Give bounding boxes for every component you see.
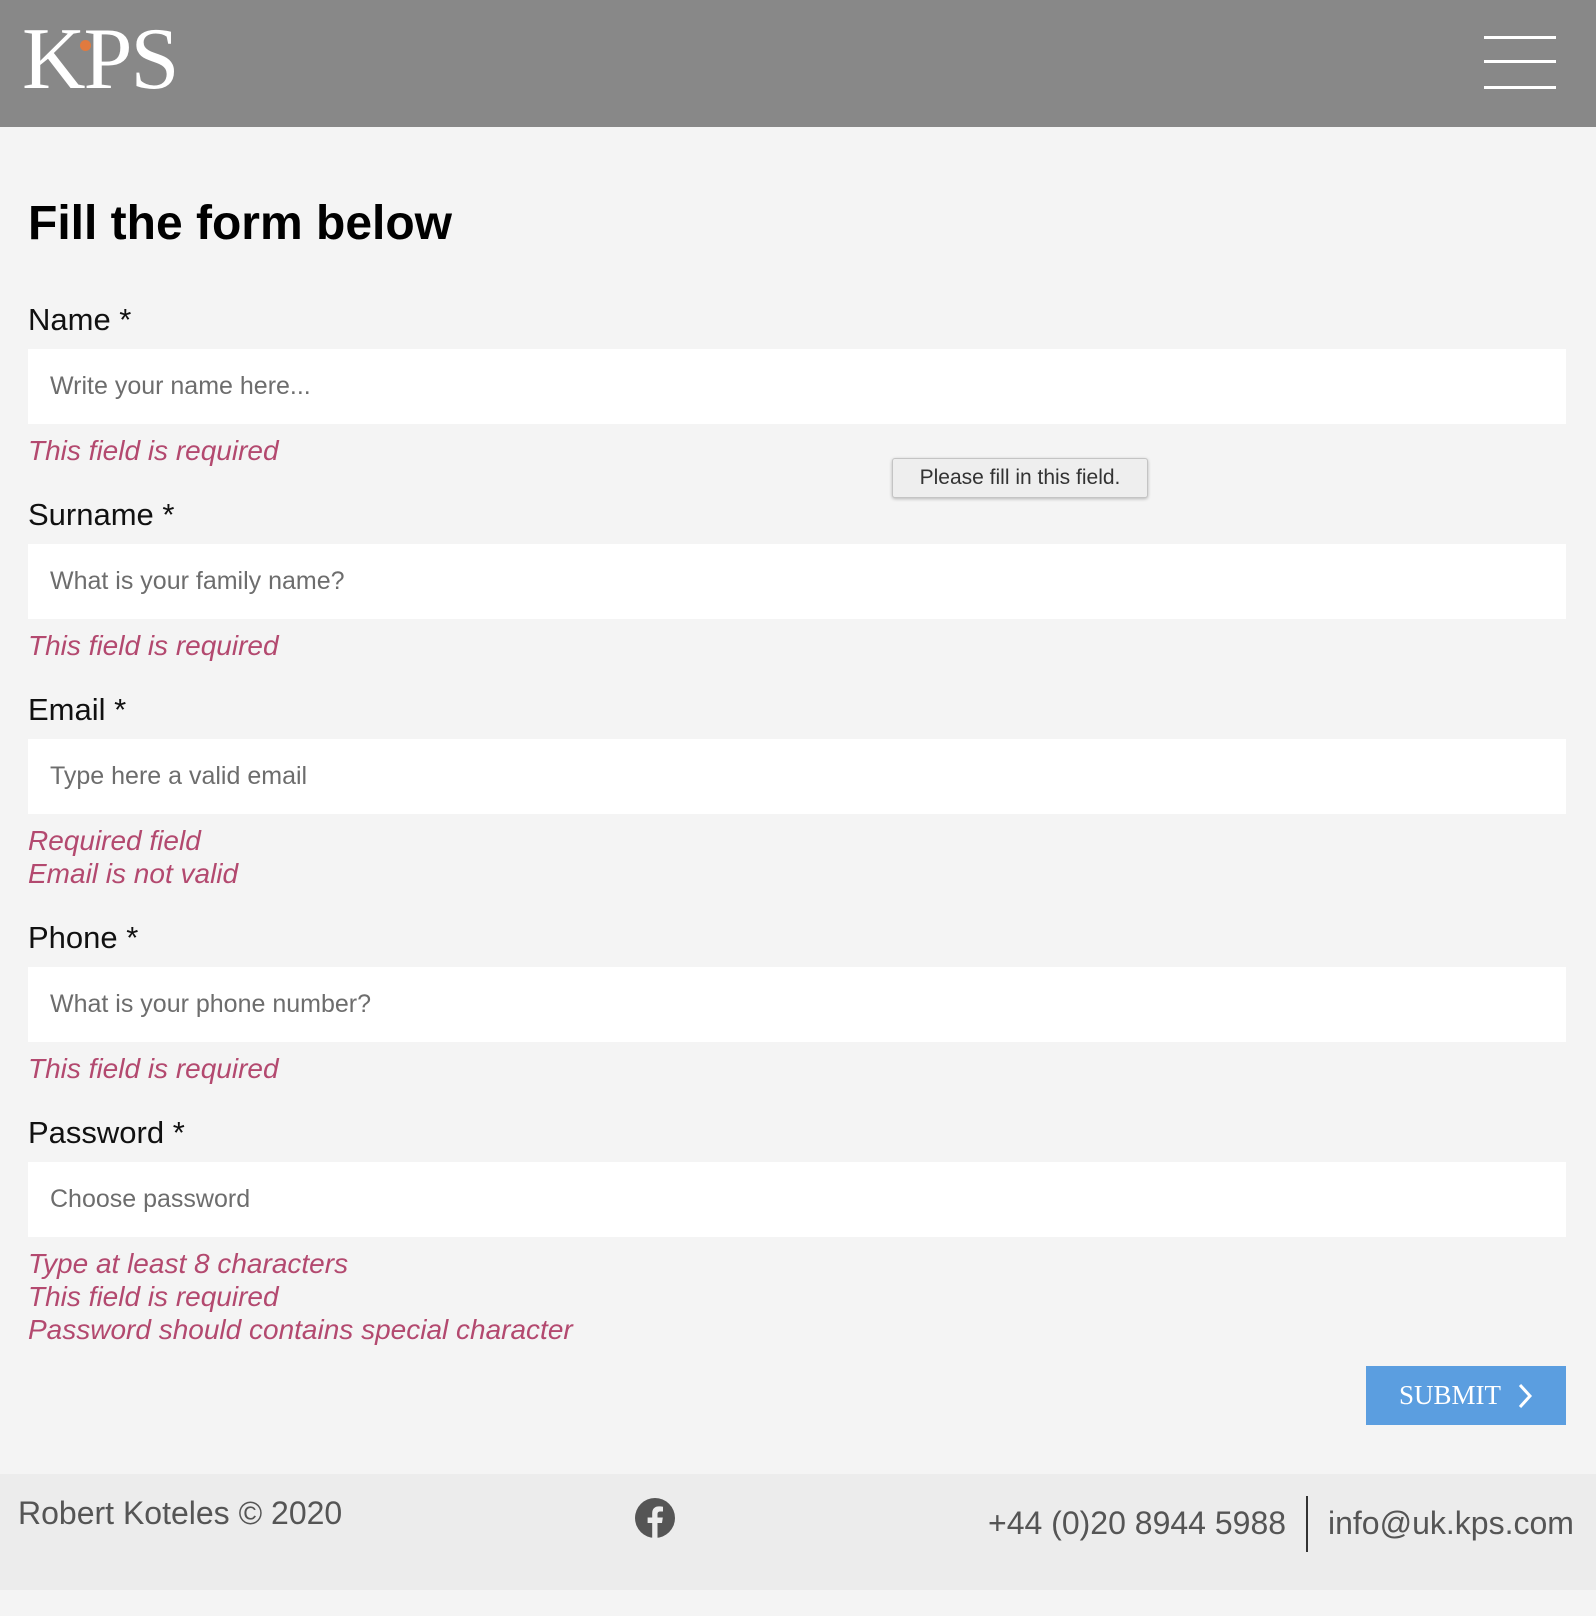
menu-line	[1484, 36, 1556, 39]
surname-label: Surname *	[28, 497, 175, 532]
site-footer: Robert Koteles © 2020 +44 (0)20 8944 598…	[0, 1474, 1596, 1590]
name-label: Name *	[28, 302, 132, 337]
phone-link[interactable]: +44 (0)20 8944 5988	[988, 1504, 1286, 1542]
email-error-required: Required field	[28, 825, 201, 856]
chevron-right-icon	[1518, 1383, 1533, 1408]
copyright-text: Robert Koteles © 2020	[18, 1495, 343, 1531]
password-error-required: This field is required	[28, 1281, 279, 1312]
facebook-icon[interactable]	[635, 1498, 675, 1538]
email-label: Email *	[28, 692, 127, 727]
password-error-special: Password should contains special charact…	[28, 1314, 573, 1345]
submit-button[interactable]: SUBMIT	[1366, 1366, 1566, 1425]
password-input[interactable]	[28, 1162, 1566, 1237]
logo-accent-dot	[80, 40, 91, 51]
page-title: Fill the form below	[28, 197, 453, 250]
email-error-invalid: Email is not valid	[28, 858, 239, 889]
email-link[interactable]: info@uk.kps.com	[1328, 1504, 1574, 1542]
menu-line	[1484, 60, 1556, 63]
password-label: Password *	[28, 1115, 185, 1150]
hamburger-menu-icon[interactable]	[1484, 34, 1556, 92]
password-error-length: Type at least 8 characters	[28, 1248, 349, 1279]
name-input[interactable]	[28, 349, 1566, 424]
menu-line	[1484, 86, 1556, 89]
footer-divider	[1306, 1496, 1308, 1552]
site-header: KPS	[0, 0, 1596, 127]
submit-label: SUBMIT	[1398, 1380, 1501, 1410]
phone-label: Phone *	[28, 920, 139, 955]
phone-error: This field is required	[28, 1053, 279, 1084]
kps-logo[interactable]: KPS	[22, 8, 179, 112]
surname-error: This field is required	[28, 630, 279, 661]
surname-input[interactable]	[28, 544, 1566, 619]
email-input[interactable]	[28, 739, 1566, 814]
validation-tooltip: Please fill in this field.	[892, 458, 1148, 498]
phone-input[interactable]	[28, 967, 1566, 1042]
name-error: This field is required	[28, 435, 279, 466]
